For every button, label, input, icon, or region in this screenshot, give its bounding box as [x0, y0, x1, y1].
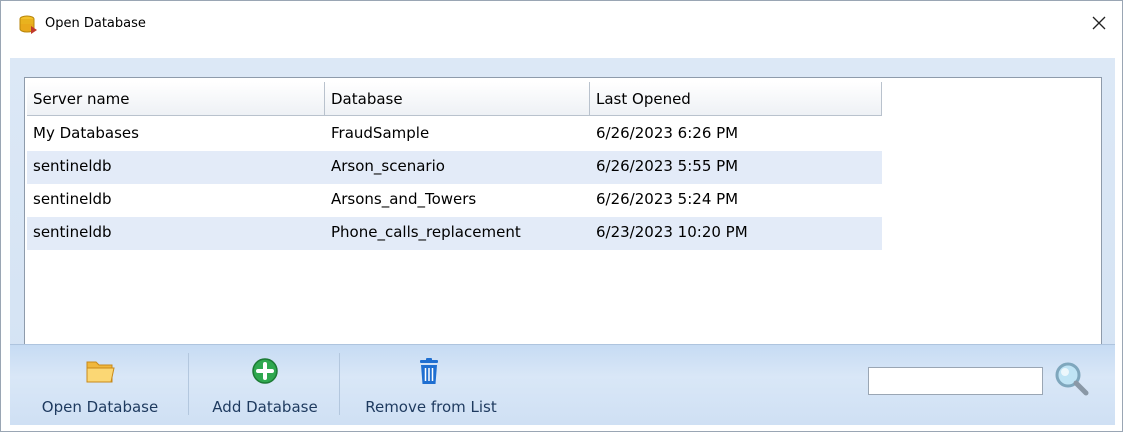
bottom-toolbar: Open Database Add Database Remove from L… [10, 344, 1115, 425]
cell-server-name: sentineldb [33, 190, 112, 208]
cell-database: Phone_calls_replacement [331, 223, 521, 241]
close-icon [1092, 16, 1106, 30]
table-row[interactable]: My Databases FraudSample 6/26/2023 6:26 … [27, 118, 882, 151]
table-row[interactable]: sentineldb Arson_scenario 6/26/2023 5:55… [27, 151, 882, 184]
toolbar-divider [339, 353, 340, 415]
add-database-label: Add Database [212, 398, 318, 416]
database-stack-icon [19, 15, 37, 34]
open-database-button[interactable]: Open Database [30, 350, 170, 422]
cell-last-opened: 6/26/2023 6:26 PM [596, 124, 739, 142]
cell-last-opened: 6/26/2023 5:55 PM [596, 157, 739, 175]
cell-last-opened: 6/23/2023 10:20 PM [596, 223, 748, 241]
table-row[interactable]: sentineldb Arsons_and_Towers 6/26/2023 5… [27, 184, 882, 217]
column-header-server-name[interactable]: Server name [27, 82, 325, 116]
column-header-database[interactable]: Database [325, 82, 590, 116]
trash-icon [420, 358, 438, 384]
column-header-last-opened[interactable]: Last Opened [590, 82, 882, 116]
toolbar-divider [188, 353, 189, 415]
cell-server-name: My Databases [33, 124, 139, 142]
cell-server-name: sentineldb [33, 223, 112, 241]
remove-from-list-label: Remove from List [365, 398, 497, 416]
cell-database: FraudSample [331, 124, 430, 142]
close-button[interactable] [1076, 1, 1122, 45]
plus-circle-icon [252, 358, 278, 384]
open-database-label: Open Database [41, 398, 159, 416]
title-bar[interactable]: Open Database [1, 1, 1122, 45]
open-database-dialog: Open Database Server name Database Last … [0, 0, 1123, 432]
cell-last-opened: 6/26/2023 5:24 PM [596, 190, 739, 208]
magnifier-icon[interactable] [1052, 359, 1092, 399]
window-title: Open Database [45, 16, 146, 31]
cell-database: Arsons_and_Towers [331, 190, 477, 208]
add-database-button[interactable]: Add Database [196, 350, 334, 422]
remove-from-list-button[interactable]: Remove from List [346, 350, 516, 422]
cell-database: Arson_scenario [331, 157, 445, 175]
cell-server-name: sentineldb [33, 157, 112, 175]
folder-icon [86, 361, 115, 383]
grid-header: Server name Database Last Opened [27, 82, 882, 117]
search-input[interactable] [868, 367, 1043, 395]
database-list-grid[interactable]: Server name Database Last Opened My Data… [24, 77, 1102, 345]
table-row[interactable]: sentineldb Phone_calls_replacement 6/23/… [27, 217, 882, 250]
